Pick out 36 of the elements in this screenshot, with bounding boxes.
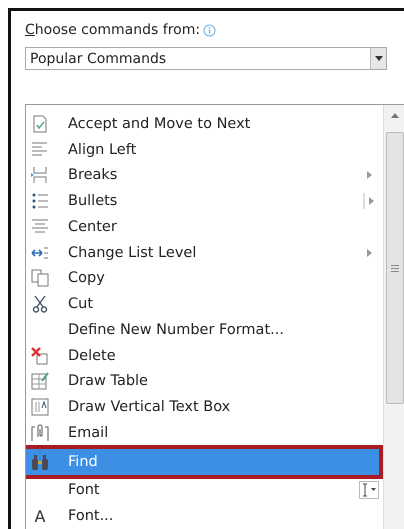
info-icon	[203, 24, 216, 36]
command-item[interactable]: Draw Vertical Text Box	[26, 394, 383, 420]
command-item[interactable]: Change List Level	[26, 240, 383, 266]
command-item[interactable]: Align Left	[26, 136, 383, 162]
submenu-arrow-icon	[366, 248, 372, 258]
choose-commands-label: Choose commands from:	[25, 22, 200, 38]
bullet-list-icon	[30, 191, 50, 212]
command-item[interactable]: Email	[26, 420, 383, 446]
text-size-field-icon	[359, 481, 379, 500]
dropdown-button[interactable]	[370, 48, 386, 69]
commands-source-dropdown[interactable]: Popular Commands	[25, 47, 387, 70]
scroll-thumb[interactable]	[386, 132, 404, 404]
command-item[interactable]: Delete	[26, 342, 383, 368]
command-item[interactable]: Bullets	[26, 188, 383, 214]
command-item[interactable]: Copy	[26, 266, 383, 292]
command-item[interactable]: A Font...	[26, 503, 383, 529]
scroll-up-icon[interactable]	[391, 113, 399, 118]
vertical-text-box-icon	[30, 397, 50, 418]
command-item[interactable]: Define New Number Format...	[26, 317, 383, 343]
submenu-arrow-icon	[366, 170, 372, 180]
caret-icon	[374, 56, 382, 61]
command-item[interactable]: Breaks	[26, 162, 383, 188]
command-item[interactable]: Draw Table	[26, 368, 383, 394]
letter-a-icon: A	[34, 506, 46, 526]
command-item[interactable]: Center	[26, 214, 383, 240]
command-item[interactable]: Font	[26, 478, 383, 504]
split-submenu-arrow-icon	[363, 193, 375, 210]
scrollbar[interactable]	[383, 105, 404, 529]
delete-icon	[30, 346, 50, 366]
scissors-icon	[30, 294, 50, 314]
paperclip-icon	[30, 422, 50, 443]
command-item[interactable]: Cut	[26, 291, 383, 317]
grip-icon	[391, 264, 399, 272]
command-item[interactable]: Accept and Move to Next	[26, 111, 383, 137]
copy-icon	[30, 268, 50, 288]
draw-table-icon	[30, 371, 50, 392]
